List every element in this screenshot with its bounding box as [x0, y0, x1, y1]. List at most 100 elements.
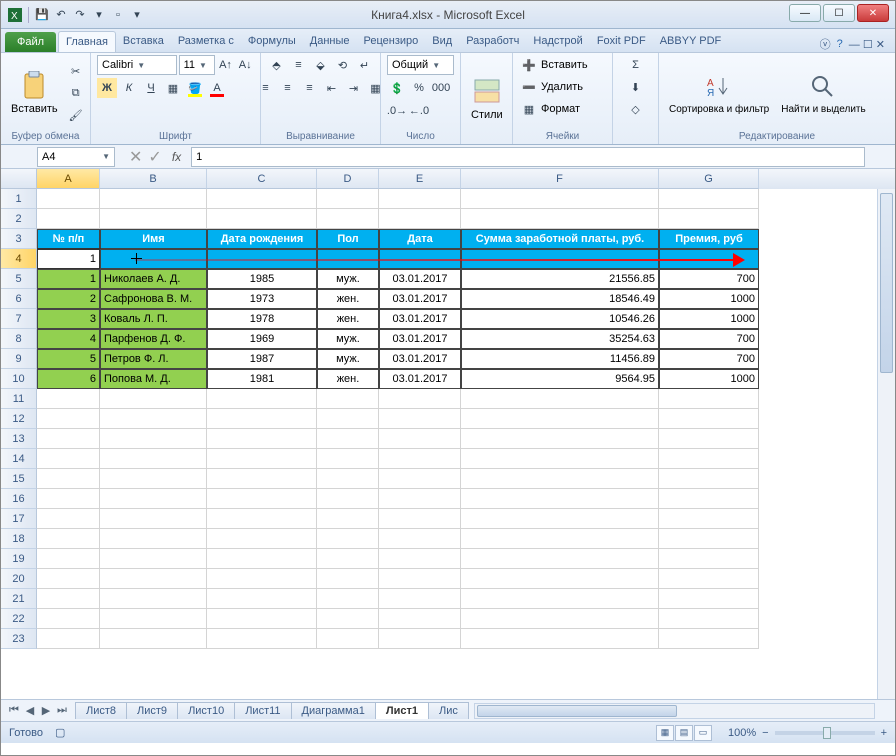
row-header-19[interactable]: 19 [1, 549, 37, 569]
decrease-font-icon[interactable]: A↓ [236, 55, 254, 75]
inc-decimal-icon[interactable]: .0→ [387, 101, 407, 121]
currency-icon[interactable]: 💲 [387, 78, 407, 98]
row-header-13[interactable]: 13 [1, 429, 37, 449]
cell-B3[interactable]: Имя [100, 229, 207, 249]
percent-icon[interactable]: % [409, 78, 429, 98]
cell-D1[interactable] [317, 189, 379, 209]
cell-E9[interactable]: 03.01.2017 [379, 349, 461, 369]
cell-B19[interactable] [100, 549, 207, 569]
cell-D2[interactable] [317, 209, 379, 229]
cell-B1[interactable] [100, 189, 207, 209]
sheet-tab-Лист11[interactable]: Лист11 [234, 702, 291, 719]
cell-F12[interactable] [461, 409, 659, 429]
cell-B10[interactable]: Попова М. Д. [100, 369, 207, 389]
row-header-20[interactable]: 20 [1, 569, 37, 589]
sheet-nav-last-icon[interactable]: ⏭ [55, 704, 69, 717]
cell-D10[interactable]: жен. [317, 369, 379, 389]
cell-E22[interactable] [379, 609, 461, 629]
row-header-3[interactable]: 3 [1, 229, 37, 249]
cell-E18[interactable] [379, 529, 461, 549]
cell-D3[interactable]: Пол [317, 229, 379, 249]
cell-A14[interactable] [37, 449, 100, 469]
formula-input[interactable]: 1 [191, 147, 865, 167]
cell-C21[interactable] [207, 589, 317, 609]
cell-F13[interactable] [461, 429, 659, 449]
cell-G22[interactable] [659, 609, 759, 629]
cell-D17[interactable] [317, 509, 379, 529]
column-header-E[interactable]: E [379, 169, 461, 189]
cell-C14[interactable] [207, 449, 317, 469]
cell-E23[interactable] [379, 629, 461, 649]
cell-B4[interactable] [100, 249, 207, 269]
cell-A6[interactable]: 2 [37, 289, 100, 309]
qat-extra2-icon[interactable]: ▾ [129, 7, 145, 23]
cell-B16[interactable] [100, 489, 207, 509]
maximize-button[interactable]: ☐ [823, 4, 855, 22]
cell-B17[interactable] [100, 509, 207, 529]
row-header-17[interactable]: 17 [1, 509, 37, 529]
cell-G20[interactable] [659, 569, 759, 589]
cell-D22[interactable] [317, 609, 379, 629]
cell-B5[interactable]: Николаев А. Д. [100, 269, 207, 289]
cell-C15[interactable] [207, 469, 317, 489]
cell-C6[interactable]: 1973 [207, 289, 317, 309]
cell-F10[interactable]: 9564.95 [461, 369, 659, 389]
cell-C23[interactable] [207, 629, 317, 649]
sort-filter-button[interactable]: АЯ Сортировка и фильтр [665, 70, 773, 117]
cell-B22[interactable] [100, 609, 207, 629]
cell-E10[interactable]: 03.01.2017 [379, 369, 461, 389]
cell-B15[interactable] [100, 469, 207, 489]
cell-D8[interactable]: муж. [317, 329, 379, 349]
cell-E11[interactable] [379, 389, 461, 409]
row-header-11[interactable]: 11 [1, 389, 37, 409]
cell-G5[interactable]: 700 [659, 269, 759, 289]
row-header-23[interactable]: 23 [1, 629, 37, 649]
cell-G13[interactable] [659, 429, 759, 449]
cell-C8[interactable]: 1969 [207, 329, 317, 349]
cell-B23[interactable] [100, 629, 207, 649]
cell-E19[interactable] [379, 549, 461, 569]
cell-D11[interactable] [317, 389, 379, 409]
cell-E4[interactable] [379, 249, 461, 269]
cell-D4[interactable] [317, 249, 379, 269]
cell-E5[interactable]: 03.01.2017 [379, 269, 461, 289]
cell-A12[interactable] [37, 409, 100, 429]
ribbon-tab-вид[interactable]: Вид [425, 31, 459, 52]
cell-F9[interactable]: 11456.89 [461, 349, 659, 369]
cell-G8[interactable]: 700 [659, 329, 759, 349]
cell-E12[interactable] [379, 409, 461, 429]
cell-C20[interactable] [207, 569, 317, 589]
cell-A20[interactable] [37, 569, 100, 589]
cell-E1[interactable] [379, 189, 461, 209]
ribbon-tab-foxit pdf[interactable]: Foxit PDF [590, 31, 653, 52]
number-format-combo[interactable]: Общий▼ [387, 55, 454, 75]
dec-decimal-icon[interactable]: ←.0 [409, 101, 429, 121]
align-center-icon[interactable]: ≡ [278, 78, 298, 98]
cell-F14[interactable] [461, 449, 659, 469]
ribbon-tab-рецензиро[interactable]: Рецензиро [357, 31, 426, 52]
ribbon-tab-разметка с[interactable]: Разметка с [171, 31, 241, 52]
horizontal-scrollbar[interactable] [474, 703, 875, 719]
cell-G6[interactable]: 1000 [659, 289, 759, 309]
row-header-8[interactable]: 8 [1, 329, 37, 349]
cell-G4[interactable] [659, 249, 759, 269]
cell-E15[interactable] [379, 469, 461, 489]
page-break-view-icon[interactable]: ▭ [694, 725, 712, 741]
sheet-tab-Лис[interactable]: Лис [428, 702, 469, 719]
cell-D14[interactable] [317, 449, 379, 469]
fill-icon[interactable]: ⬇ [626, 77, 646, 97]
comma-icon[interactable]: 000 [431, 78, 451, 98]
cell-A3[interactable]: № п/п [37, 229, 100, 249]
cell-A17[interactable] [37, 509, 100, 529]
underline-icon[interactable]: Ч [141, 78, 161, 98]
row-header-15[interactable]: 15 [1, 469, 37, 489]
cell-G12[interactable] [659, 409, 759, 429]
row-header-9[interactable]: 9 [1, 349, 37, 369]
column-header-G[interactable]: G [659, 169, 759, 189]
cell-A9[interactable]: 5 [37, 349, 100, 369]
clear-icon[interactable]: ◇ [626, 99, 646, 119]
cell-A21[interactable] [37, 589, 100, 609]
cell-C9[interactable]: 1987 [207, 349, 317, 369]
cell-A18[interactable] [37, 529, 100, 549]
row-header-22[interactable]: 22 [1, 609, 37, 629]
